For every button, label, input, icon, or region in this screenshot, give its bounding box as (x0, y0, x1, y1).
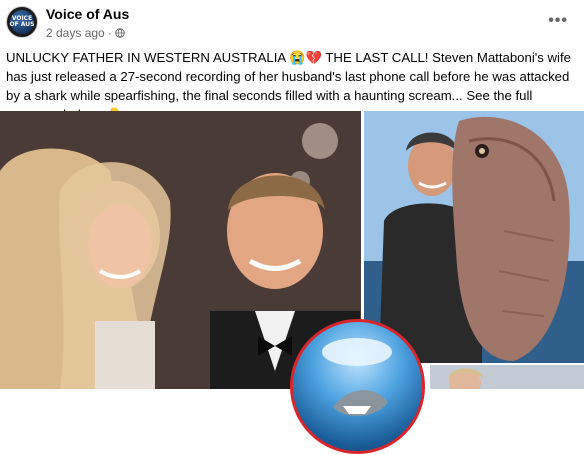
shark-inset-circle[interactable] (290, 319, 425, 454)
page-avatar[interactable]: VOICE OF AUS (6, 6, 38, 38)
photo-thumbnail[interactable] (430, 365, 584, 389)
post-media-grid[interactable] (0, 111, 584, 454)
page-name-link[interactable]: Voice of Aus (46, 6, 129, 22)
photo-fisherman[interactable] (364, 111, 584, 363)
photo-thumbnail-illustration (430, 365, 584, 389)
shark-inset-illustration (322, 338, 392, 417)
photo-fisherman-illustration (364, 111, 584, 363)
more-options-icon[interactable]: ••• (548, 12, 568, 30)
post-header: VOICE OF AUS Voice of Aus 2 days ago · •… (0, 0, 584, 44)
post-meta: 2 days ago · (46, 26, 125, 40)
post-timestamp[interactable]: 2 days ago (46, 26, 105, 40)
avatar-logo-text: VOICE OF AUS (9, 15, 35, 28)
globe-icon (114, 28, 125, 38)
